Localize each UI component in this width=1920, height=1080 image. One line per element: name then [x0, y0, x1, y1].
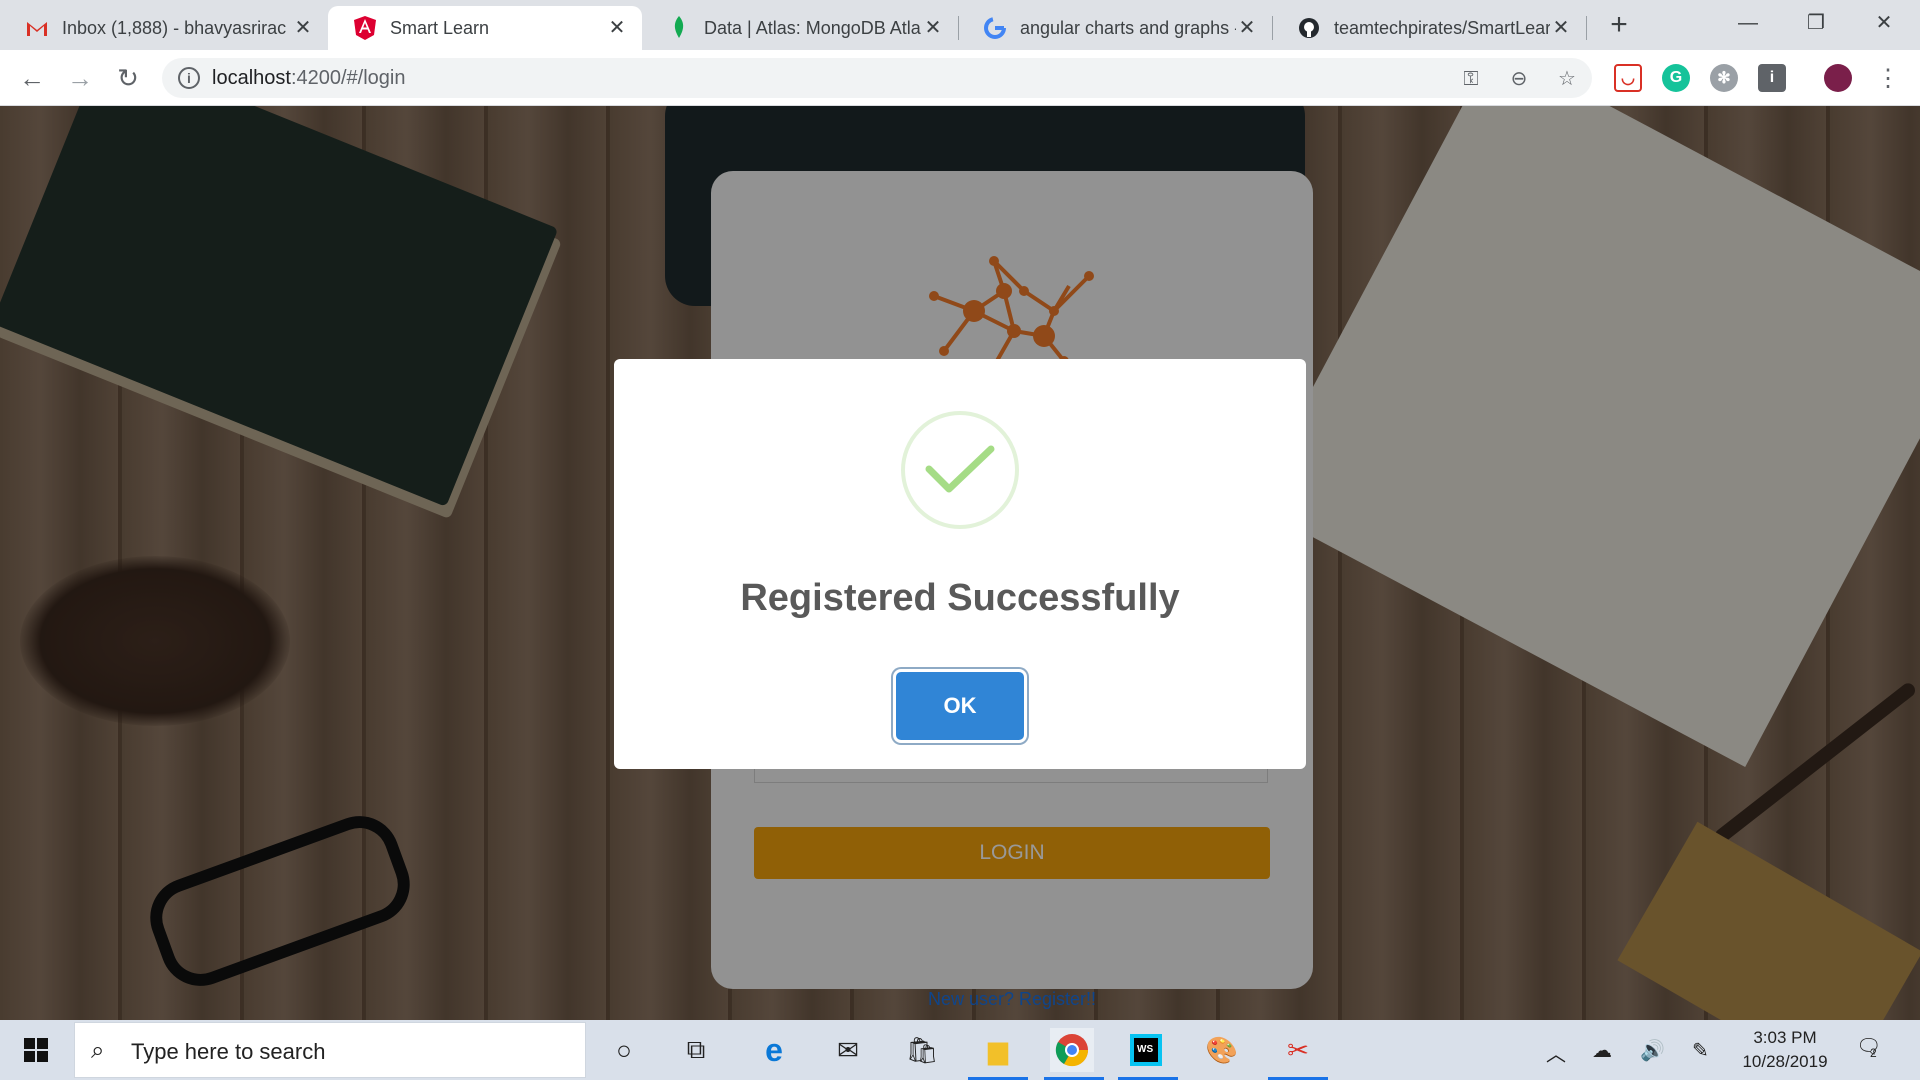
url-path: :4200/#/login: [290, 67, 406, 89]
password-key-icon[interactable]: ⚿: [1460, 68, 1482, 90]
action-center-icon[interactable]: 🗨 2: [1856, 1034, 1886, 1064]
file-explorer-icon[interactable]: ▆: [976, 1028, 1020, 1072]
close-icon[interactable]: ✕: [1236, 17, 1258, 39]
forward-icon[interactable]: →: [62, 60, 98, 96]
ok-button[interactable]: OK: [896, 672, 1024, 740]
edge-icon[interactable]: e: [752, 1028, 796, 1072]
google-icon: [984, 17, 1006, 39]
mongodb-leaf-icon: [668, 16, 690, 39]
tab-gmail[interactable]: Inbox (1,888) - bhavyasrirac ✕: [0, 6, 328, 50]
browser-toolbar: ← → ↻ i localhost:4200/#/login ⚿ ⊖ ☆ ◡ G…: [0, 50, 1920, 106]
reload-icon[interactable]: ↻: [110, 60, 146, 96]
restore-icon[interactable]: ❐: [1786, 6, 1846, 40]
taskbar-search-box[interactable]: ⌕ Type here to search: [74, 1022, 586, 1078]
volume-icon[interactable]: 🔊: [1640, 1038, 1665, 1063]
address-bar[interactable]: i localhost:4200/#/login ⚿ ⊖ ☆: [162, 58, 1592, 98]
dialog-title: Registered Successfully: [740, 577, 1180, 619]
svg-text:WS: WS: [1137, 1044, 1153, 1055]
url-host: localhost: [212, 67, 291, 89]
menu-kebab-icon[interactable]: ⋮: [1870, 60, 1906, 96]
chrome-icon[interactable]: [1050, 1028, 1094, 1072]
cortana-icon[interactable]: ○: [602, 1028, 646, 1072]
mail-icon[interactable]: ✉: [826, 1028, 870, 1072]
tab-title: teamtechpirates/SmartLear: [1334, 17, 1550, 38]
close-icon[interactable]: ✕: [606, 17, 628, 39]
success-dialog: Registered Successfully OK: [614, 359, 1306, 769]
tab-title: Data | Atlas: MongoDB Atla: [704, 17, 921, 38]
grammarly-extension-icon[interactable]: G: [1662, 64, 1690, 92]
browser-tab-bar: Inbox (1,888) - bhavyasrirac ✕ Smart Lea…: [0, 0, 1920, 50]
tab-divider: [1586, 16, 1587, 40]
search-placeholder: Type here to search: [131, 1039, 326, 1064]
gmail-icon: [26, 17, 48, 39]
clock-date: 10/28/2019: [1742, 1052, 1828, 1071]
webstorm-icon[interactable]: WS: [1124, 1028, 1168, 1072]
github-icon: [1298, 17, 1320, 39]
tab-title: Inbox (1,888) - bhavyasrirac: [62, 17, 287, 38]
pen-workspace-icon[interactable]: ✎: [1692, 1038, 1709, 1063]
window-close-icon[interactable]: ✕: [1854, 6, 1914, 40]
angular-icon: [354, 16, 376, 40]
profile-avatar[interactable]: [1824, 64, 1852, 92]
store-icon[interactable]: 🛍: [900, 1028, 944, 1072]
url-text[interactable]: localhost:4200/#/login: [212, 67, 405, 90]
tab-google[interactable]: angular charts and graphs - ✕: [958, 6, 1272, 50]
bookmark-star-icon[interactable]: ☆: [1556, 68, 1578, 90]
site-info-icon[interactable]: i: [178, 67, 200, 89]
snipping-tool-icon[interactable]: ✂: [1276, 1028, 1320, 1072]
page-viewport: LOGIN New user? Register!! Registered Su…: [0, 106, 1920, 1020]
tab-title: angular charts and graphs -: [1020, 17, 1236, 38]
close-icon[interactable]: ✕: [292, 17, 314, 39]
show-hidden-icons-chevron-icon[interactable]: ︿: [1546, 1038, 1566, 1067]
notification-count: 2: [1870, 1046, 1877, 1060]
new-tab-button[interactable]: +: [1603, 10, 1635, 42]
tab-title: Smart Learn: [390, 17, 490, 38]
task-view-icon[interactable]: ⧉: [674, 1028, 718, 1072]
minimize-icon[interactable]: —: [1718, 6, 1778, 40]
tab-smart-learn[interactable]: Smart Learn ✕: [328, 6, 642, 50]
back-icon[interactable]: ←: [14, 60, 50, 96]
windows-start-icon[interactable]: [0, 1020, 72, 1080]
onedrive-cloud-icon[interactable]: ☁: [1592, 1038, 1612, 1063]
tab-mongodb[interactable]: Data | Atlas: MongoDB Atla ✕: [642, 6, 958, 50]
close-icon[interactable]: ✕: [922, 17, 944, 39]
info-extension-icon[interactable]: i: [1758, 64, 1786, 92]
close-icon[interactable]: ✕: [1550, 17, 1572, 39]
pocket-extension-icon[interactable]: ◡: [1614, 64, 1642, 92]
extension-icon[interactable]: ✻: [1710, 64, 1738, 92]
paint-icon[interactable]: 🎨: [1200, 1028, 1244, 1072]
clock-time: 3:03 PM: [1753, 1028, 1817, 1047]
zoom-out-icon[interactable]: ⊖: [1508, 68, 1530, 90]
search-icon: ⌕: [91, 1037, 105, 1064]
tab-github[interactable]: teamtechpirates/SmartLear ✕: [1272, 6, 1586, 50]
success-check-icon: [901, 411, 1019, 529]
taskbar-clock[interactable]: 3:03 PM 10/28/2019: [1730, 1026, 1840, 1074]
windows-taskbar: ⌕ Type here to search ○ ⧉ e ✉ 🛍 ▆ WS 🎨 ✂…: [0, 1020, 1920, 1080]
